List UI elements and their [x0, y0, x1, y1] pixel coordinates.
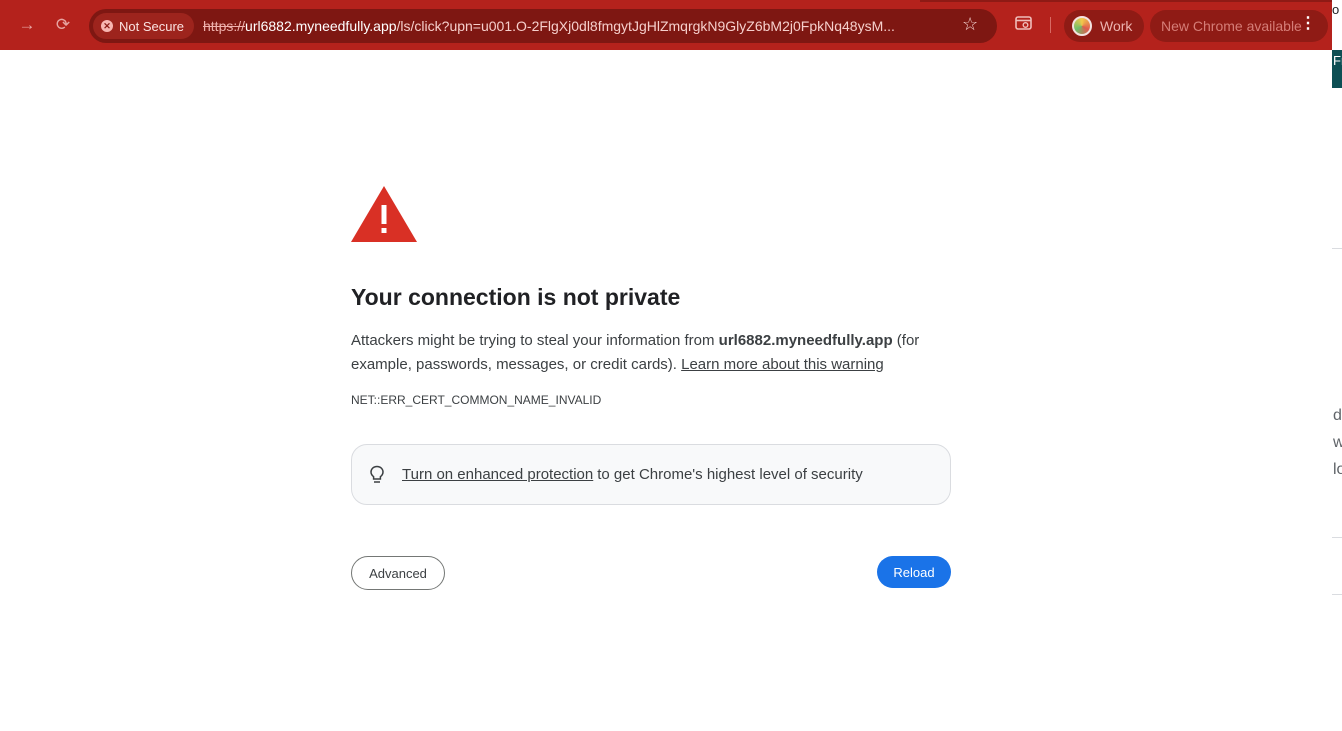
adjacent-window-fragment: w	[1333, 434, 1342, 451]
enhanced-protection-link[interactable]: Turn on enhanced protection	[402, 466, 593, 483]
adjacent-window-fragment: de	[1333, 407, 1342, 424]
url-host: url6882.myneedfully.app	[245, 18, 397, 34]
menu-kebab-icon[interactable]: ⋮	[1300, 16, 1316, 32]
enhanced-protection-box: Turn on enhanced protection to get Chrom…	[351, 444, 951, 505]
adjacent-window-banner-text: Fre	[1333, 53, 1342, 68]
explanation-before: Attackers might be trying to steal your …	[351, 332, 719, 349]
lightbulb-icon	[370, 465, 384, 483]
url-text[interactable]: https://url6882.myneedfully.app/ls/click…	[203, 18, 963, 34]
adjacent-window-fragment: lo	[1333, 461, 1342, 478]
profile-button[interactable]: Work	[1064, 10, 1144, 42]
adjacent-window-rule	[1332, 248, 1342, 249]
explanation-host: url6882.myneedfully.app	[718, 332, 893, 349]
forward-icon[interactable]: →	[15, 13, 39, 37]
reload-icon[interactable]: ⟳	[51, 13, 75, 37]
adjacent-window-edge: o Fre de w lo	[1332, 0, 1342, 731]
update-chrome-button[interactable]: New Chrome available ⋮	[1150, 10, 1328, 42]
security-chip[interactable]: ✕ Not Secure	[93, 13, 195, 39]
warning-triangle-icon	[351, 186, 417, 242]
error-code: NET::ERR_CERT_COMMON_NAME_INVALID	[351, 393, 602, 407]
adjacent-window-rule	[1332, 594, 1342, 595]
update-label: New Chrome available	[1161, 18, 1302, 34]
address-bar[interactable]: ✕ Not Secure https://url6882.myneedfully…	[89, 9, 997, 43]
security-chip-label: Not Secure	[119, 18, 185, 34]
toolbar-divider	[1050, 17, 1051, 33]
profile-label: Work	[1100, 18, 1133, 34]
reload-button[interactable]: Reload	[877, 556, 951, 588]
bookmark-star-icon[interactable]: ☆	[962, 14, 978, 35]
enhanced-protection-text: to get Chrome's highest level of securit…	[597, 466, 863, 483]
profile-avatar	[1072, 16, 1092, 36]
learn-more-link[interactable]: Learn more about this warning	[681, 356, 884, 373]
browser-toolbar: → ⟳ ✕ Not Secure https://url6882.myneedf…	[0, 0, 1340, 50]
tab-strip-edge	[920, 0, 1340, 2]
tab-search-icon[interactable]	[1015, 15, 1033, 35]
adjacent-window-text: o	[1332, 2, 1340, 17]
not-secure-icon: ✕	[101, 20, 113, 32]
url-path: /ls/click?upn=u001.O-2FlgXj0dl8fmgytJgHl…	[396, 18, 895, 34]
explanation-text: Attackers might be trying to steal your …	[351, 329, 951, 377]
adjacent-window-rule	[1332, 537, 1342, 538]
advanced-button[interactable]: Advanced	[351, 556, 445, 590]
url-scheme: https://	[203, 18, 246, 34]
page-title: Your connection is not private	[351, 284, 681, 310]
